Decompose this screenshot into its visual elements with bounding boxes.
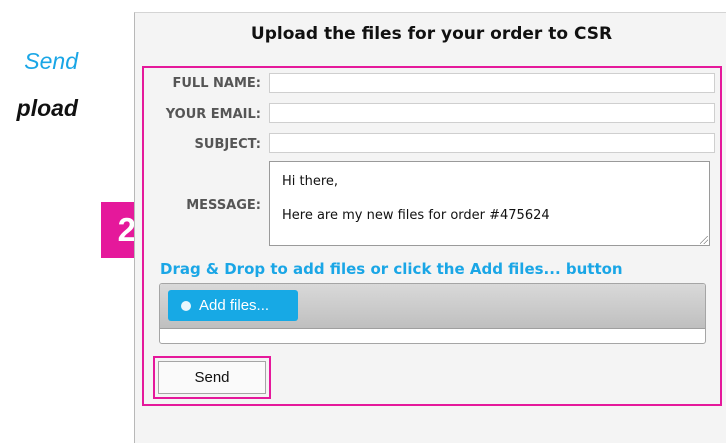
- add-icon: [181, 300, 191, 311]
- upload-panel-title: Upload the files for your order to CSR: [250, 24, 613, 44]
- send-button[interactable]: Send: [158, 361, 266, 394]
- side-send-text: Send: [24, 48, 78, 74]
- subject-label: SUBJECT:: [194, 137, 261, 152]
- your-email-label: YOUR EMAIL:: [165, 107, 261, 122]
- dropzone-toolbar: Add files...: [160, 284, 705, 329]
- add-files-button[interactable]: Add files...: [168, 290, 298, 321]
- your-email-input[interactable]: [269, 103, 715, 123]
- full-name-label: FULL NAME:: [172, 76, 262, 91]
- side-upload-text: pload: [16, 95, 78, 121]
- textarea-resize-handle[interactable]: [700, 236, 708, 244]
- subject-input[interactable]: [269, 133, 715, 153]
- drag-drop-hint: Drag & Drop to add files or click the Ad…: [160, 260, 623, 278]
- message-label: MESSAGE:: [186, 198, 261, 213]
- send-button-label: Send: [194, 369, 230, 386]
- add-files-label: Add files...: [199, 297, 270, 314]
- message-textarea[interactable]: Hi there, Here are my new files for orde…: [269, 161, 710, 246]
- file-dropzone[interactable]: Add files...: [159, 283, 706, 344]
- full-name-input[interactable]: [269, 73, 715, 93]
